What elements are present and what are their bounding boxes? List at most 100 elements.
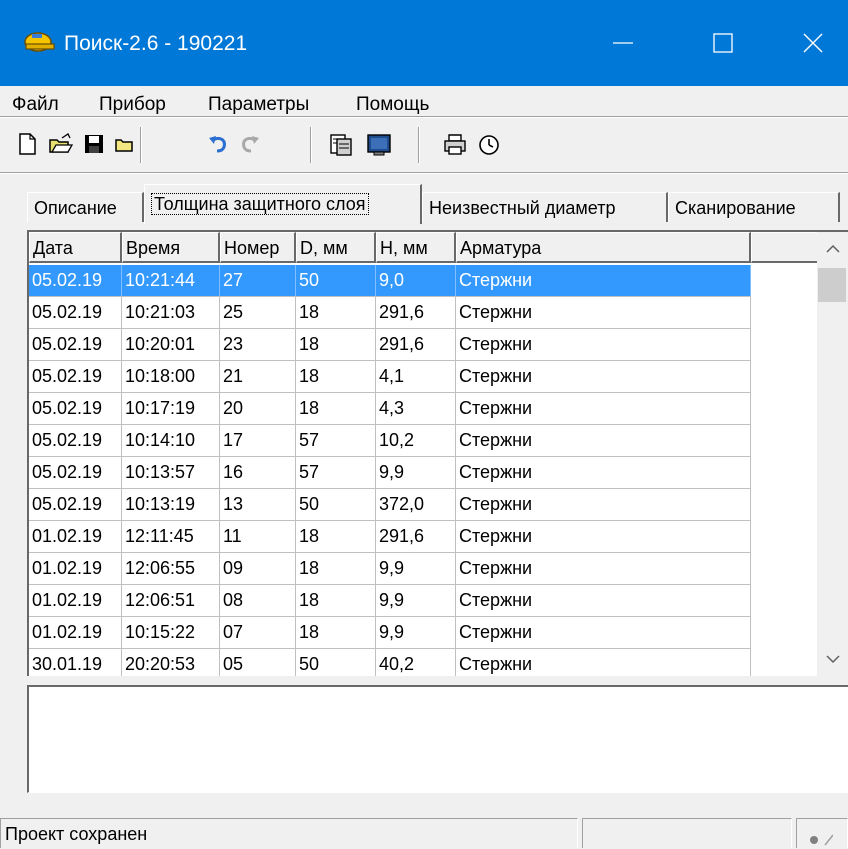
scroll-thumb[interactable]: [818, 268, 846, 302]
toolbar-divider-highlight: [0, 173, 848, 174]
cell-time: 10:17:19: [122, 393, 220, 424]
scroll-up-icon[interactable]: [826, 244, 840, 254]
menu-divider-highlight: [0, 117, 848, 118]
cell-time: 10:15:22: [122, 617, 220, 648]
cell-date: 05.02.19: [29, 425, 122, 456]
undo-icon: [209, 136, 226, 153]
app-helmet-icon: [22, 28, 58, 56]
menu-help[interactable]: Помощь: [356, 94, 429, 116]
cell-diameter: 50: [296, 649, 376, 676]
cell-diameter: 18: [296, 553, 376, 584]
menu-device[interactable]: Прибор: [99, 94, 166, 116]
table-row[interactable]: 05.02.19 10:18:00 21 18 4,1 Стержни: [29, 361, 751, 393]
cell-number: 09: [220, 553, 296, 584]
cell-time: 10:13:19: [122, 489, 220, 520]
cell-number: 25: [220, 297, 296, 328]
table-row[interactable]: 01.02.19 12:06:51 08 18 9,9 Стержни: [29, 585, 751, 617]
cell-number: 05: [220, 649, 296, 676]
cell-depth: 9,0: [376, 265, 456, 296]
table-row[interactable]: 01.02.19 10:15:22 07 18 9,9 Стержни: [29, 617, 751, 649]
table-header: Дата Время Номер D, мм H, мм Арматура: [29, 232, 819, 265]
cell-time: 20:20:53: [122, 649, 220, 676]
cell-number: 17: [220, 425, 296, 456]
toolbar-separator: [418, 127, 420, 163]
new-button[interactable]: [14, 129, 44, 159]
cell-depth: 9,9: [376, 457, 456, 488]
print-icon: [444, 134, 466, 155]
print-button[interactable]: [440, 129, 470, 159]
cell-rebar: Стержни: [456, 265, 751, 296]
toolbar: [0, 119, 848, 171]
scroll-down-icon[interactable]: [826, 654, 840, 664]
cell-diameter: 57: [296, 425, 376, 456]
monitor-button[interactable]: [364, 129, 394, 159]
table-row[interactable]: 05.02.19 10:14:10 17 57 10,2 Стержни: [29, 425, 751, 457]
menu-parameters[interactable]: Параметры: [208, 94, 309, 116]
redo-button[interactable]: [236, 129, 266, 159]
undo-button[interactable]: [204, 129, 234, 159]
table-row[interactable]: 05.02.19 10:21:44 27 50 9,0 Стержни: [29, 265, 751, 297]
cell-diameter: 18: [296, 297, 376, 328]
open-button[interactable]: [46, 129, 76, 159]
column-header-depth[interactable]: H, мм: [376, 232, 456, 263]
cell-date: 01.02.19: [29, 521, 122, 552]
tab-description[interactable]: Описание: [27, 192, 144, 222]
cell-depth: 4,3: [376, 393, 456, 424]
monitor-icon: [367, 134, 391, 156]
cell-depth: 291,6: [376, 297, 456, 328]
new-file-icon: [19, 133, 36, 155]
column-header-rebar[interactable]: Арматура: [456, 232, 751, 263]
table-row[interactable]: 05.02.19 10:21:03 25 18 291,6 Стержни: [29, 297, 751, 329]
tab-label: Толщина защитного слоя: [151, 193, 369, 215]
cell-time: 10:21:03: [122, 297, 220, 328]
cell-number: 20: [220, 393, 296, 424]
cell-rebar: Стержни: [456, 297, 751, 328]
table-row[interactable]: 05.02.19 10:13:19 13 50 372,0 Стержни: [29, 489, 751, 521]
column-header-number[interactable]: Номер: [220, 232, 296, 263]
cell-diameter: 18: [296, 521, 376, 552]
table-row[interactable]: 05.02.19 10:17:19 20 18 4,3 Стержни: [29, 393, 751, 425]
clock-button[interactable]: [474, 129, 504, 159]
column-header-time[interactable]: Время: [122, 232, 220, 263]
toolbar-separator: [310, 127, 312, 163]
table-row[interactable]: 01.02.19 12:06:55 09 18 9,9 Стержни: [29, 553, 751, 585]
cell-rebar: Стержни: [456, 617, 751, 648]
tab-scanning[interactable]: Сканирование: [668, 192, 840, 222]
table-row[interactable]: 05.02.19 10:13:57 16 57 9,9 Стержни: [29, 457, 751, 489]
minimize-button[interactable]: [588, 0, 658, 86]
save-button[interactable]: [80, 129, 110, 159]
table-row[interactable]: 30.01.19 20:20:53 05 50 40,2 Стержни: [29, 649, 751, 676]
cell-time: 10:13:57: [122, 457, 220, 488]
device-button[interactable]: [326, 129, 356, 159]
menu-file[interactable]: Файл: [12, 94, 59, 116]
cell-date: 05.02.19: [29, 457, 122, 488]
cell-date: 01.02.19: [29, 585, 122, 616]
cell-rebar: Стержни: [456, 361, 751, 392]
folder-icon: [115, 139, 133, 152]
column-header-date[interactable]: Дата: [29, 232, 122, 263]
table-row[interactable]: 01.02.19 12:11:45 11 18 291,6 Стержни: [29, 521, 751, 553]
cell-date: 05.02.19: [29, 265, 122, 296]
column-header-diameter[interactable]: D, мм: [296, 232, 376, 263]
cell-rebar: Стержни: [456, 489, 751, 520]
vertical-scrollbar[interactable]: [817, 232, 848, 676]
folder-button[interactable]: [110, 129, 140, 159]
notes-memo[interactable]: [27, 685, 848, 793]
cell-diameter: 18: [296, 361, 376, 392]
cell-depth: 291,6: [376, 329, 456, 360]
maximize-button[interactable]: [688, 0, 758, 86]
clock-icon: [479, 135, 499, 155]
title-bar: Поиск-2.6 - 190221: [0, 0, 848, 86]
cell-number: 08: [220, 585, 296, 616]
toolbar-separator: [140, 127, 142, 163]
cell-date: 05.02.19: [29, 489, 122, 520]
cell-number: 16: [220, 457, 296, 488]
close-button[interactable]: [778, 0, 848, 86]
table-row[interactable]: 05.02.19 10:20:01 23 18 291,6 Стержни: [29, 329, 751, 361]
cell-depth: 291,6: [376, 521, 456, 552]
cell-rebar: Стержни: [456, 329, 751, 360]
tab-cover-thickness[interactable]: Толщина защитного слоя: [144, 184, 422, 224]
cell-depth: 9,9: [376, 553, 456, 584]
cell-time: 12:06:55: [122, 553, 220, 584]
tab-unknown-diameter[interactable]: Неизвестный диаметр: [422, 192, 668, 222]
